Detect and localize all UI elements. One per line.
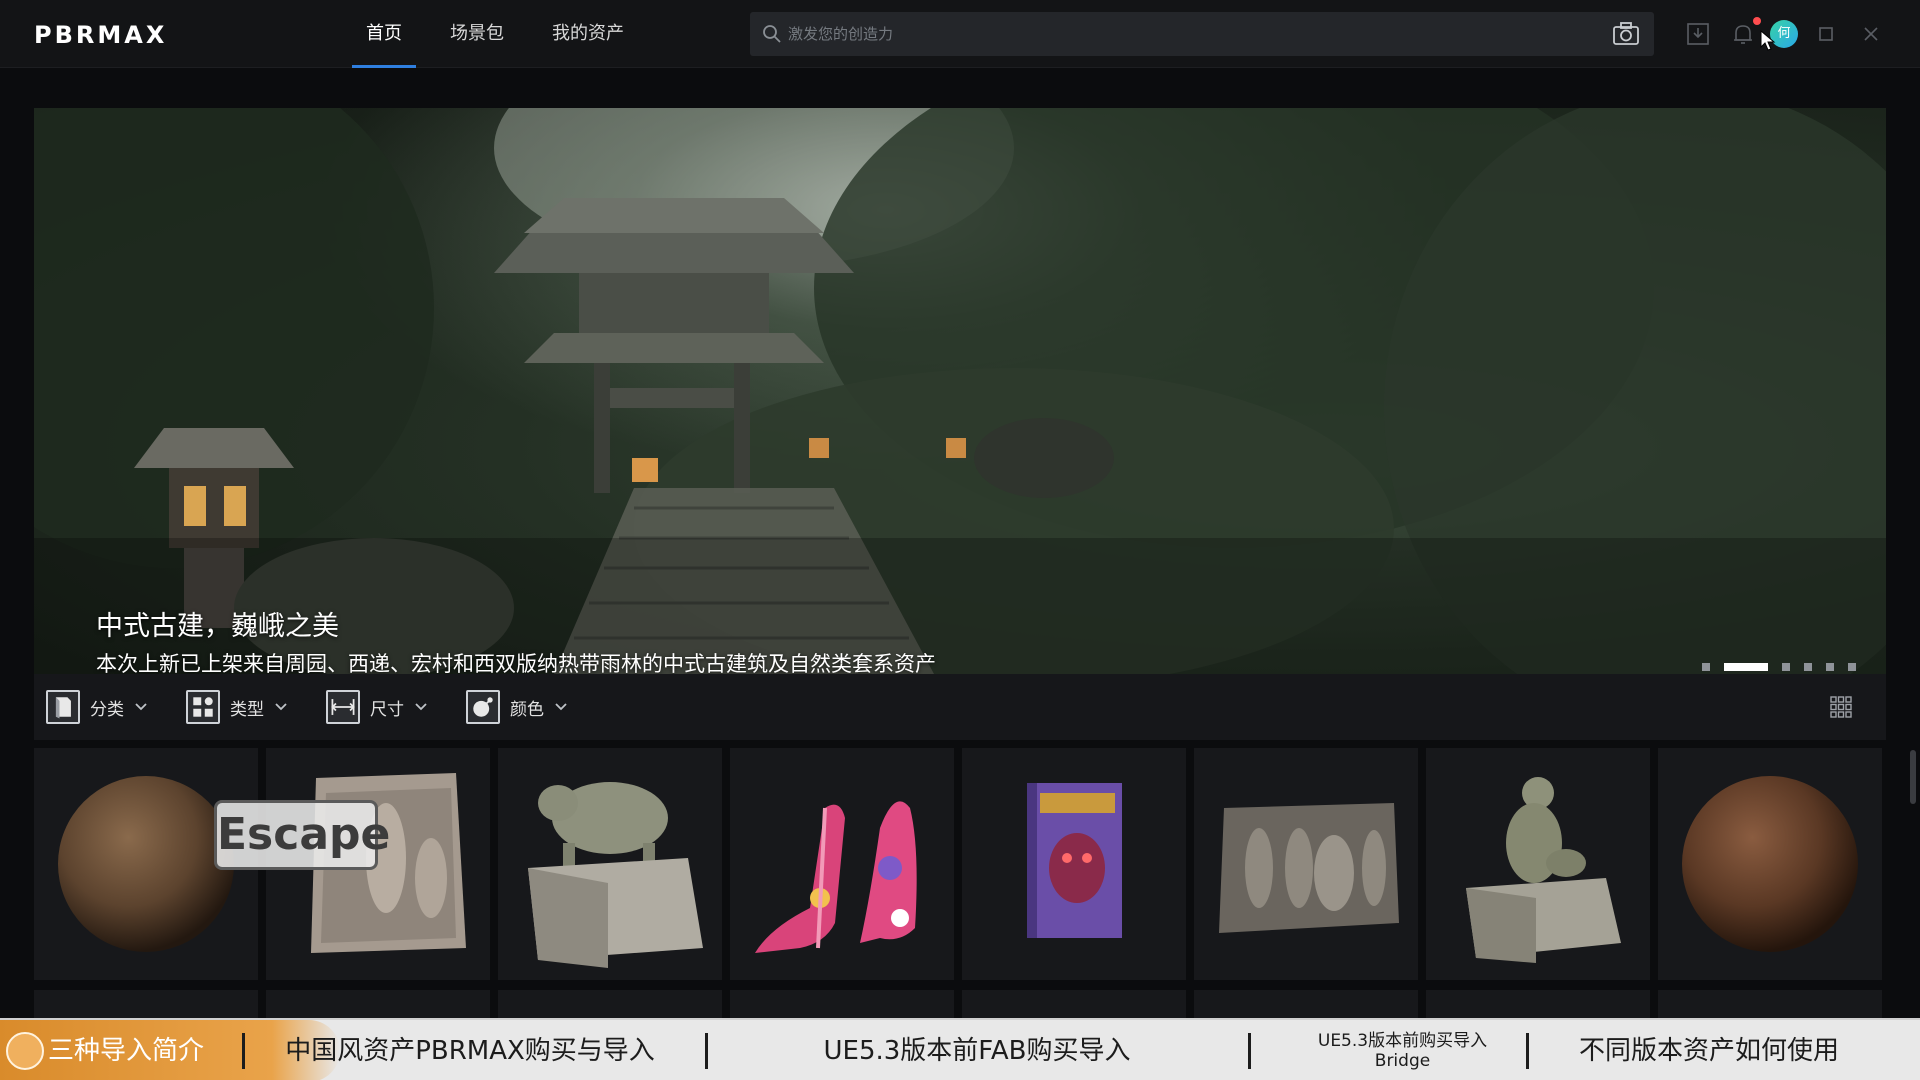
carousel-dot[interactable] <box>1702 663 1710 671</box>
carousel-dot[interactable] <box>1848 663 1856 671</box>
escape-key-overlay: Escape <box>214 800 390 870</box>
chapter-item-bridge-import[interactable]: UE5.3版本前购买导入 Bridge <box>1255 1020 1550 1080</box>
carousel-dot-active[interactable] <box>1724 663 1768 671</box>
asset-card-monkey-statue[interactable] <box>1426 748 1650 980</box>
filter-size[interactable]: 尺寸 <box>326 688 428 726</box>
chapter-divider <box>705 1033 708 1069</box>
tutorial-chapter-strip: 三种导入简介 中国风资产PBRMAX购买与导入 UE5.3版本前FAB购买导入 … <box>0 1018 1920 1080</box>
asset-card-carving-panel[interactable] <box>1194 748 1418 980</box>
close-icon[interactable] <box>1858 21 1884 47</box>
carving-panel-icon <box>1219 803 1399 933</box>
mouse-cursor-icon <box>1760 30 1776 51</box>
asset-card[interactable] <box>962 990 1186 1018</box>
filter-type[interactable]: 类型 <box>186 688 288 726</box>
search-bar[interactable] <box>750 12 1654 56</box>
chapter-divider <box>242 1033 245 1069</box>
ruler-icon <box>326 690 360 724</box>
chevron-down-icon <box>135 703 147 711</box>
play-icon <box>6 1032 44 1070</box>
grid-view-icon[interactable] <box>1830 696 1852 718</box>
nav-item-my-assets[interactable]: 我的资产 <box>538 0 638 68</box>
asset-card-violator-book[interactable] <box>962 748 1186 980</box>
carousel-dot[interactable] <box>1804 663 1812 671</box>
hero-banner[interactable]: 中式古建，巍峨之美 本次上新已上架来自周园、西递、宏村和西双版纳热带雨林的中式古… <box>34 108 1886 674</box>
asset-card[interactable] <box>266 990 490 1018</box>
chapter-item-label: 三种导入简介 <box>48 1036 205 1066</box>
app-logo[interactable]: PBRMAX <box>34 20 167 50</box>
book-cover-icon <box>1027 783 1122 938</box>
grid-type-icon <box>186 690 220 724</box>
monkey-statue-icon <box>1466 777 1621 963</box>
filter-type-label: 类型 <box>230 699 264 720</box>
asset-card-soil-sphere[interactable] <box>1658 748 1882 980</box>
carousel-dot[interactable] <box>1782 663 1790 671</box>
book-icon <box>46 690 80 724</box>
filter-color-label: 颜色 <box>510 699 544 720</box>
chevron-down-icon <box>555 703 567 711</box>
banner-title: 中式古建，巍峨之美 <box>96 611 339 642</box>
chapter-item-pbrmax-import[interactable]: 中国风资产PBRMAX购买与导入 <box>250 1020 690 1080</box>
pig-statue-icon <box>528 782 703 968</box>
chapter-divider <box>1526 1033 1529 1069</box>
chapter-item-fab-import[interactable]: UE5.3版本前FAB购买导入 <box>712 1020 1242 1080</box>
asset-grid-row-2 <box>34 990 1886 1018</box>
asset-card[interactable] <box>1426 990 1650 1018</box>
nav-item-scene-packs[interactable]: 场景包 <box>436 0 518 68</box>
filter-size-label: 尺寸 <box>370 699 404 720</box>
download-icon[interactable] <box>1685 21 1711 47</box>
main-nav: 首页 场景包 我的资产 <box>352 0 658 68</box>
asset-card[interactable] <box>730 990 954 1018</box>
scrollbar-thumb[interactable] <box>1910 750 1916 804</box>
asset-card-pig-statue[interactable] <box>498 748 722 980</box>
filter-category-label: 分类 <box>90 699 124 720</box>
chapter-item-line2: Bridge <box>1374 1051 1431 1071</box>
banner-scene-image <box>34 108 1886 674</box>
maximize-icon[interactable] <box>1813 21 1839 47</box>
chapter-item-line1: UE5.3版本前购买导入 <box>1317 1031 1488 1051</box>
nav-item-home[interactable]: 首页 <box>352 0 416 68</box>
asset-card-high-heels[interactable] <box>730 748 954 980</box>
camera-icon[interactable] <box>1612 21 1640 47</box>
carousel-dots <box>1702 662 1856 672</box>
asset-card[interactable] <box>34 990 258 1018</box>
material-sphere-icon <box>1682 776 1858 952</box>
carousel-dot[interactable] <box>1826 663 1834 671</box>
bell-icon[interactable] <box>1730 21 1756 47</box>
search-input[interactable] <box>786 12 1586 56</box>
top-bar: PBRMAX 首页 场景包 我的资产 何 <box>0 0 1920 68</box>
filter-color[interactable]: 颜色 <box>466 688 568 726</box>
chapter-item-version-usage[interactable]: 不同版本资产如何使用 <box>1534 1020 1884 1080</box>
asset-card[interactable] <box>1194 990 1418 1018</box>
palette-icon <box>466 690 500 724</box>
banner-subtitle: 本次上新已上架来自周园、西递、宏村和西双版纳热带雨林的中式古建筑及自然类套系资产 <box>96 652 936 674</box>
chevron-down-icon <box>415 703 427 711</box>
filter-category[interactable]: 分类 <box>46 688 148 726</box>
search-icon <box>763 25 781 43</box>
asset-card[interactable] <box>498 990 722 1018</box>
notification-dot <box>1753 17 1761 25</box>
chapter-divider <box>1248 1033 1251 1069</box>
high-heel-icon <box>755 801 917 953</box>
filter-bar: 分类 类型 尺寸 颜色 <box>34 674 1886 740</box>
chevron-down-icon <box>275 703 287 711</box>
asset-card[interactable] <box>1658 990 1882 1018</box>
